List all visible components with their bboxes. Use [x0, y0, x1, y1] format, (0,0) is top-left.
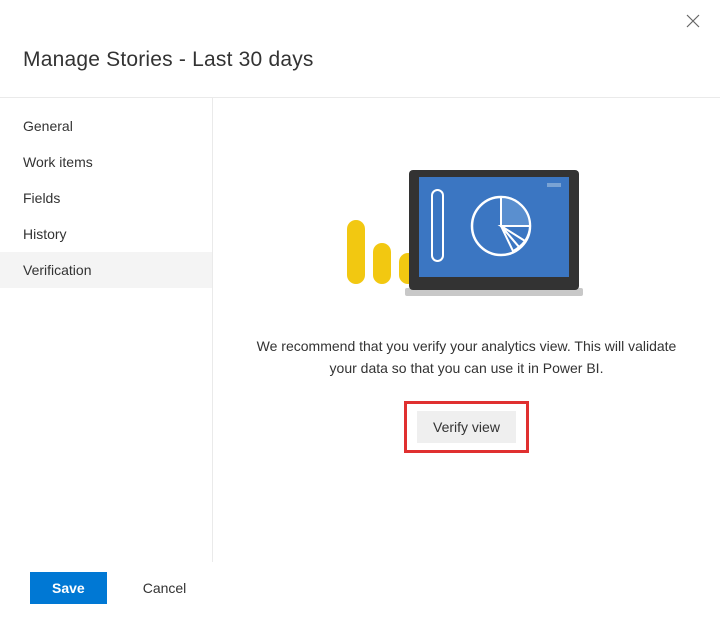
sidebar-item-verification[interactable]: Verification: [0, 252, 212, 288]
sidebar-item-fields[interactable]: Fields: [0, 180, 212, 216]
sidebar-item-work-items[interactable]: Work items: [0, 144, 212, 180]
close-icon[interactable]: [686, 14, 700, 28]
main-panel: We recommend that you verify your analyt…: [213, 98, 720, 562]
verify-highlight: Verify view: [404, 401, 529, 453]
save-button[interactable]: Save: [30, 572, 107, 604]
sidebar-item-history[interactable]: History: [0, 216, 212, 252]
sidebar: General Work items Fields History Verifi…: [0, 98, 213, 562]
analytics-illustration: [347, 163, 587, 298]
bar-chart-icon: [373, 243, 391, 284]
page-title: Manage Stories - Last 30 days: [0, 0, 720, 72]
cancel-button[interactable]: Cancel: [121, 572, 209, 604]
verify-view-button[interactable]: Verify view: [417, 411, 516, 443]
bar-chart-icon: [347, 220, 365, 284]
tablet-icon: [405, 170, 583, 296]
footer: Save Cancel: [30, 572, 208, 604]
sidebar-item-general[interactable]: General: [0, 108, 212, 144]
pie-chart-icon: [469, 194, 533, 258]
verification-description: We recommend that you verify your analyt…: [252, 336, 682, 379]
